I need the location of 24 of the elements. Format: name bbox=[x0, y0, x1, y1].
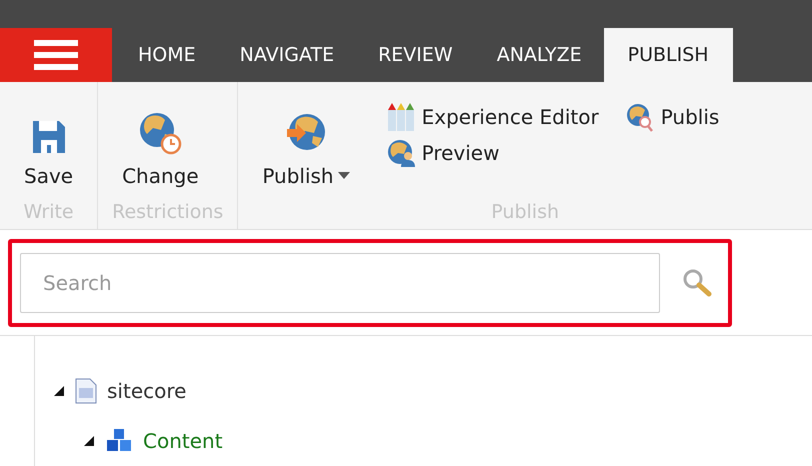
ribbon-tab[interactable]: REVIEW bbox=[356, 28, 475, 82]
cubes-icon bbox=[105, 428, 133, 454]
document-icon bbox=[75, 378, 97, 404]
ribbon-button[interactable]: Save bbox=[14, 100, 84, 188]
expanded-arrow-icon[interactable] bbox=[53, 385, 65, 397]
ribbon-button[interactable]: Publis bbox=[624, 100, 720, 134]
ribbon-tab[interactable]: PUBLISH bbox=[604, 28, 733, 82]
tree-item[interactable]: sitecore bbox=[107, 379, 186, 403]
ribbon-tab[interactable]: HOME bbox=[116, 28, 218, 82]
ribbon-button[interactable]: Experience Editor bbox=[386, 100, 599, 134]
menu-button[interactable] bbox=[0, 28, 112, 82]
globe-search-icon bbox=[624, 102, 655, 132]
expanded-arrow-icon[interactable] bbox=[83, 435, 95, 447]
search-field[interactable]: Search bbox=[20, 252, 660, 313]
ribbon-button[interactable]: Publish bbox=[252, 100, 360, 188]
ribbon-tab[interactable]: NAVIGATE bbox=[218, 28, 356, 82]
globe-user-icon bbox=[386, 138, 416, 168]
crayons-icon bbox=[386, 102, 416, 132]
globe-clock-icon bbox=[137, 110, 184, 156]
tree-item[interactable]: Content bbox=[143, 429, 223, 453]
ribbon-tab[interactable]: ANALYZE bbox=[474, 28, 604, 82]
ribbon-button[interactable]: Preview bbox=[386, 136, 599, 170]
ribbon-button[interactable]: Change bbox=[112, 100, 209, 188]
menu-icon bbox=[34, 40, 78, 70]
